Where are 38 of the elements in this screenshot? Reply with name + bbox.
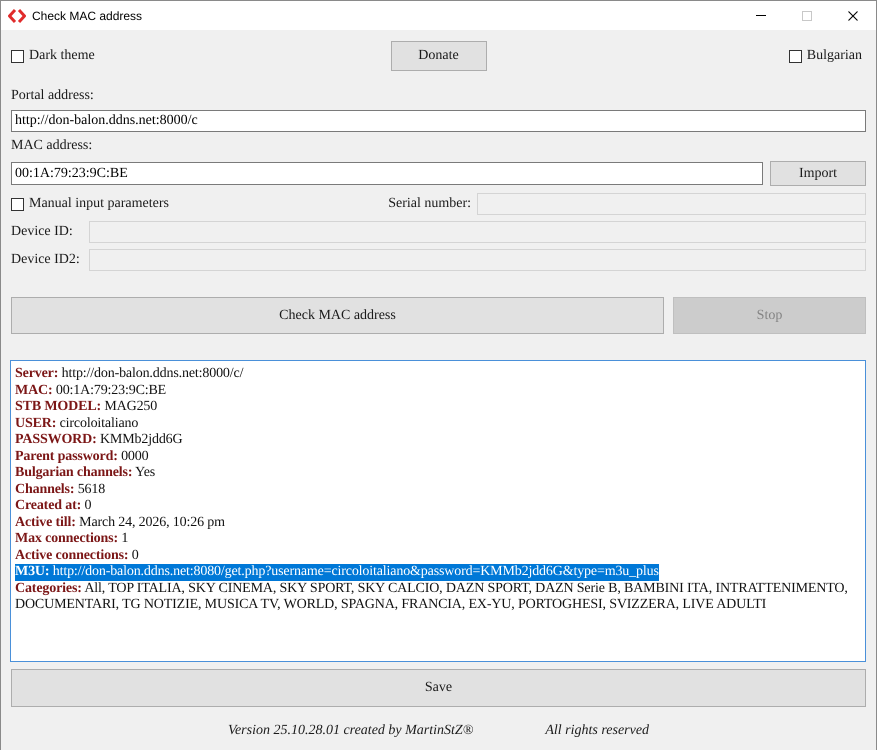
result-line: Parent password: 0000 bbox=[15, 448, 148, 465]
device-id-label: Device ID: bbox=[11, 224, 74, 240]
device-id2-label: Device ID2: bbox=[11, 252, 81, 268]
version-text: Version 25.10.28.01 created by MartinStZ® bbox=[228, 723, 474, 739]
minimize-icon bbox=[756, 15, 766, 16]
result-line: Created at: 0 bbox=[15, 498, 92, 514]
mac-address-field[interactable]: 00:1A:79:23:9C:BE bbox=[11, 162, 763, 185]
result-text-area[interactable] bbox=[10, 360, 866, 662]
result-line: STB MODEL: MAG250 bbox=[15, 399, 158, 416]
result-line: Server: http://don-balon.ddns.net:8000/c/ bbox=[15, 366, 244, 382]
serial-number-label: Serial number: bbox=[388, 196, 471, 212]
save-button[interactable]: Save bbox=[11, 669, 866, 707]
result-line: USER: circoloitaliano bbox=[15, 416, 138, 432]
result-line: Channels: 5618 bbox=[15, 482, 106, 498]
result-line: PASSWORD: KMMb2jdd6G bbox=[15, 432, 182, 448]
close-icon bbox=[848, 10, 858, 20]
dark-theme-label: Dark theme bbox=[29, 48, 95, 64]
import-button[interactable]: Import bbox=[770, 161, 866, 186]
mac-address-label: MAC address: bbox=[11, 137, 92, 155]
donate-button[interactable]: Donate bbox=[390, 41, 486, 71]
manual-input-label: Manual input parameters bbox=[29, 196, 169, 212]
rights-text: All rights reserved bbox=[545, 723, 650, 739]
result-line: Max connections: 1 bbox=[15, 531, 128, 548]
bulgarian-label: Bulgarian bbox=[806, 48, 862, 64]
chevrons-icon bbox=[8, 8, 26, 22]
portal-address-field[interactable]: http://don-balon.ddns.net:8000/c bbox=[11, 110, 866, 132]
result-line: MAC: 00:1A:79:23:9C:BE bbox=[15, 382, 166, 399]
result-line: Active till: March 24, 2026, 10:26 pm bbox=[15, 514, 225, 531]
portal-address-label: Portal address: bbox=[11, 87, 94, 105]
check-mac-button[interactable]: Check MAC address bbox=[11, 297, 664, 334]
manual-input-checkbox[interactable] bbox=[11, 198, 24, 210]
dark-theme-checkbox[interactable] bbox=[11, 50, 24, 62]
result-line: Categories: All, TOP ITALIA, SKY CINEMA, SKY SPORT, SKY CALCIO, DAZN SPORT, DAZN Serie B, BAMBINI ITA, INTRATTENIMENTO, DOCUMENTARI, TG NOTIZIE, MUSICA TV, WORLD, SPAGNA, FRANCIA, EX-YU, PORTOGHESI, SVIZZERA, LIVE ADULTI bbox=[15, 580, 849, 614]
result-line: Bulgarian channels: Yes bbox=[15, 465, 156, 482]
bulgarian-checkbox[interactable] bbox=[788, 50, 802, 62]
result-line: Active connections: 0 bbox=[15, 548, 139, 564]
window-title: Check MAC address bbox=[32, 8, 142, 22]
maximize-icon bbox=[802, 10, 812, 20]
